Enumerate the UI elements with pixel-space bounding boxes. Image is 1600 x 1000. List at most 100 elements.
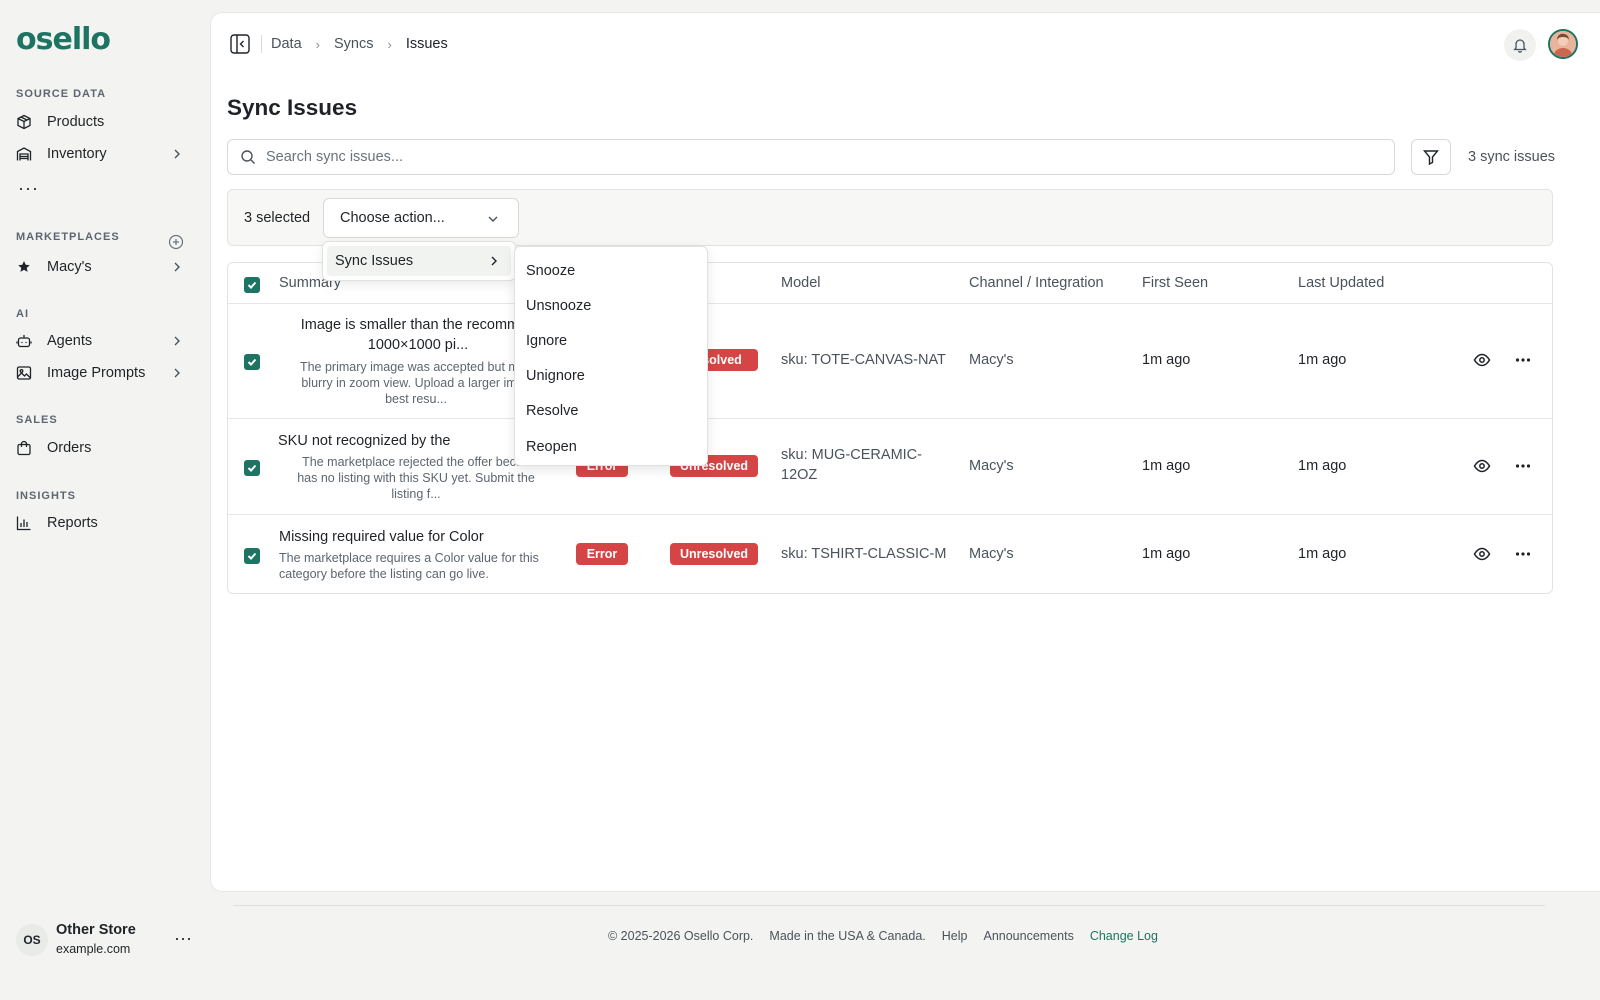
bar-chart-icon <box>16 515 32 531</box>
sidebar-item-label: Orders <box>47 440 92 456</box>
issue-summary-description: The primary image was accepted but may b… <box>278 359 554 407</box>
more-horizontal-icon <box>1515 358 1531 362</box>
footer-divider <box>233 905 1545 906</box>
menu-item-unsnooze[interactable]: Unsnooze <box>515 288 707 323</box>
image-icon <box>16 365 32 381</box>
model-cell: sku: TOTE-CANVAS-NAT <box>781 352 946 368</box>
sidebar: osello SOURCE DATA Products Inventory ··… <box>0 0 210 1000</box>
notifications-button[interactable] <box>1504 29 1536 61</box>
menu-item-snooze[interactable]: Snooze <box>515 253 707 288</box>
desc-line: The marketplace requires a Color value f… <box>279 551 539 565</box>
column-header-last-updated[interactable]: Last Updated <box>1298 275 1384 291</box>
sidebar-item-label: Inventory <box>47 146 107 162</box>
sidebar-item-products[interactable]: Products <box>8 108 194 136</box>
eye-icon <box>1473 547 1491 561</box>
store-name: Other Store <box>56 922 136 938</box>
row-more-button[interactable] <box>1512 455 1534 477</box>
model-line: 12OZ <box>781 467 818 483</box>
search-input[interactable] <box>266 149 1366 165</box>
chevron-right-icon <box>174 368 180 378</box>
channel-cell: Macy's <box>969 352 1014 368</box>
header-divider <box>228 303 1552 304</box>
chevron-right-icon <box>174 262 180 272</box>
breadcrumb: Data › Syncs › Issues <box>271 36 448 52</box>
warehouse-icon <box>16 146 32 162</box>
check-icon <box>247 464 257 472</box>
sidebar-item-label: Agents <box>47 333 93 349</box>
status-badge: Unresolved <box>670 543 758 565</box>
sidebar-item-reports[interactable]: Reports <box>8 509 194 537</box>
column-header-first-seen[interactable]: First Seen <box>1142 275 1208 291</box>
section-source-data: SOURCE DATA <box>16 88 107 100</box>
sidebar-item-image-prompts[interactable]: Image Prompts <box>8 359 194 387</box>
menu-item-unignore[interactable]: Unignore <box>515 359 707 394</box>
row-checkbox[interactable] <box>244 548 260 564</box>
view-button[interactable] <box>1471 349 1493 371</box>
row-more-button[interactable] <box>1512 349 1534 371</box>
column-header-model[interactable]: Model <box>781 275 821 291</box>
eye-icon <box>1473 353 1491 367</box>
breadcrumb-syncs[interactable]: Syncs <box>334 36 374 52</box>
menu-item-reopen[interactable]: Reopen <box>515 429 707 464</box>
menu-item-sync-issues[interactable]: Sync Issues <box>327 246 511 276</box>
action-select[interactable]: Choose action... <box>323 198 519 238</box>
footer-announcements-link[interactable]: Announcements <box>983 929 1073 943</box>
row-checkbox[interactable] <box>244 460 260 476</box>
search-box <box>227 139 1395 175</box>
chevron-right-icon: › <box>387 36 392 52</box>
chevron-right-icon <box>174 336 180 346</box>
model-line: sku: MUG-CERAMIC- <box>781 447 922 463</box>
store-switcher[interactable]: OS Other Store example.com ··· <box>16 920 206 960</box>
eye-icon <box>1473 459 1491 473</box>
more-horizontal-icon <box>1515 552 1531 556</box>
action-menu: Sync Issues <box>322 241 516 281</box>
filter-button[interactable] <box>1411 139 1451 175</box>
row-more-button[interactable] <box>1512 543 1534 565</box>
menu-item-resolve[interactable]: Resolve <box>515 394 707 429</box>
menu-item-ignore[interactable]: Ignore <box>515 323 707 358</box>
store-avatar: OS <box>16 924 48 956</box>
check-icon <box>247 281 257 289</box>
issue-summary-description: The marketplace rejected the offer becau… <box>278 454 554 502</box>
more-horizontal-icon <box>1515 464 1531 468</box>
search-icon <box>241 150 255 164</box>
sidebar-item-macys[interactable]: Macy's <box>8 253 194 281</box>
row-divider <box>228 418 1552 419</box>
issue-count: 3 sync issues <box>1468 149 1556 165</box>
section-insights: INSIGHTS <box>16 490 76 502</box>
sidebar-item-label: Macy's <box>47 259 92 275</box>
model-cell: sku: TSHIRT-CLASSIC-M <box>781 546 947 562</box>
view-button[interactable] <box>1471 455 1493 477</box>
user-avatar[interactable] <box>1548 29 1578 59</box>
issues-table: Summary Model Channel / Integration Firs… <box>227 262 1553 594</box>
last-updated-cell: 1m ago <box>1298 546 1347 562</box>
sidebar-item-inventory[interactable]: Inventory <box>8 140 194 168</box>
sidebar-item-label: Products <box>47 114 105 130</box>
footer-help-link[interactable]: Help <box>942 929 968 943</box>
add-circle-icon[interactable] <box>168 234 184 250</box>
last-updated-cell: 1m ago <box>1298 458 1347 474</box>
select-all-checkbox[interactable] <box>244 277 260 293</box>
sidebar-more-button[interactable]: ··· <box>18 178 39 199</box>
check-icon <box>247 358 257 366</box>
last-updated-cell: 1m ago <box>1298 352 1347 368</box>
breadcrumb-data[interactable]: Data <box>271 36 302 52</box>
sidebar-item-orders[interactable]: Orders <box>8 434 194 462</box>
view-button[interactable] <box>1471 543 1493 565</box>
main-panel: Data › Syncs › Issues Sync Issues 3 sync… <box>210 12 1600 892</box>
store-more-button[interactable]: ··· <box>174 928 192 949</box>
box-icon <box>16 114 32 130</box>
check-icon <box>247 552 257 560</box>
sync-issues-submenu: Snooze Unsnooze Ignore Unignore Resolve … <box>514 246 708 466</box>
sidebar-toggle-icon[interactable] <box>229 33 251 55</box>
footer: © 2025-2026 Osello Corp. Made in the USA… <box>608 929 1174 943</box>
sidebar-item-label: Image Prompts <box>47 365 146 381</box>
row-checkbox[interactable] <box>244 354 260 370</box>
footer-changelog-link[interactable]: Change Log <box>1090 929 1158 943</box>
section-sales: SALES <box>16 414 58 426</box>
column-header-channel[interactable]: Channel / Integration <box>969 275 1104 291</box>
osello-logo[interactable]: osello <box>16 22 112 62</box>
severity-badge: Error <box>576 543 628 565</box>
bulk-action-bar: 3 selected Choose action... <box>227 189 1553 246</box>
sidebar-item-agents[interactable]: Agents <box>8 327 194 355</box>
